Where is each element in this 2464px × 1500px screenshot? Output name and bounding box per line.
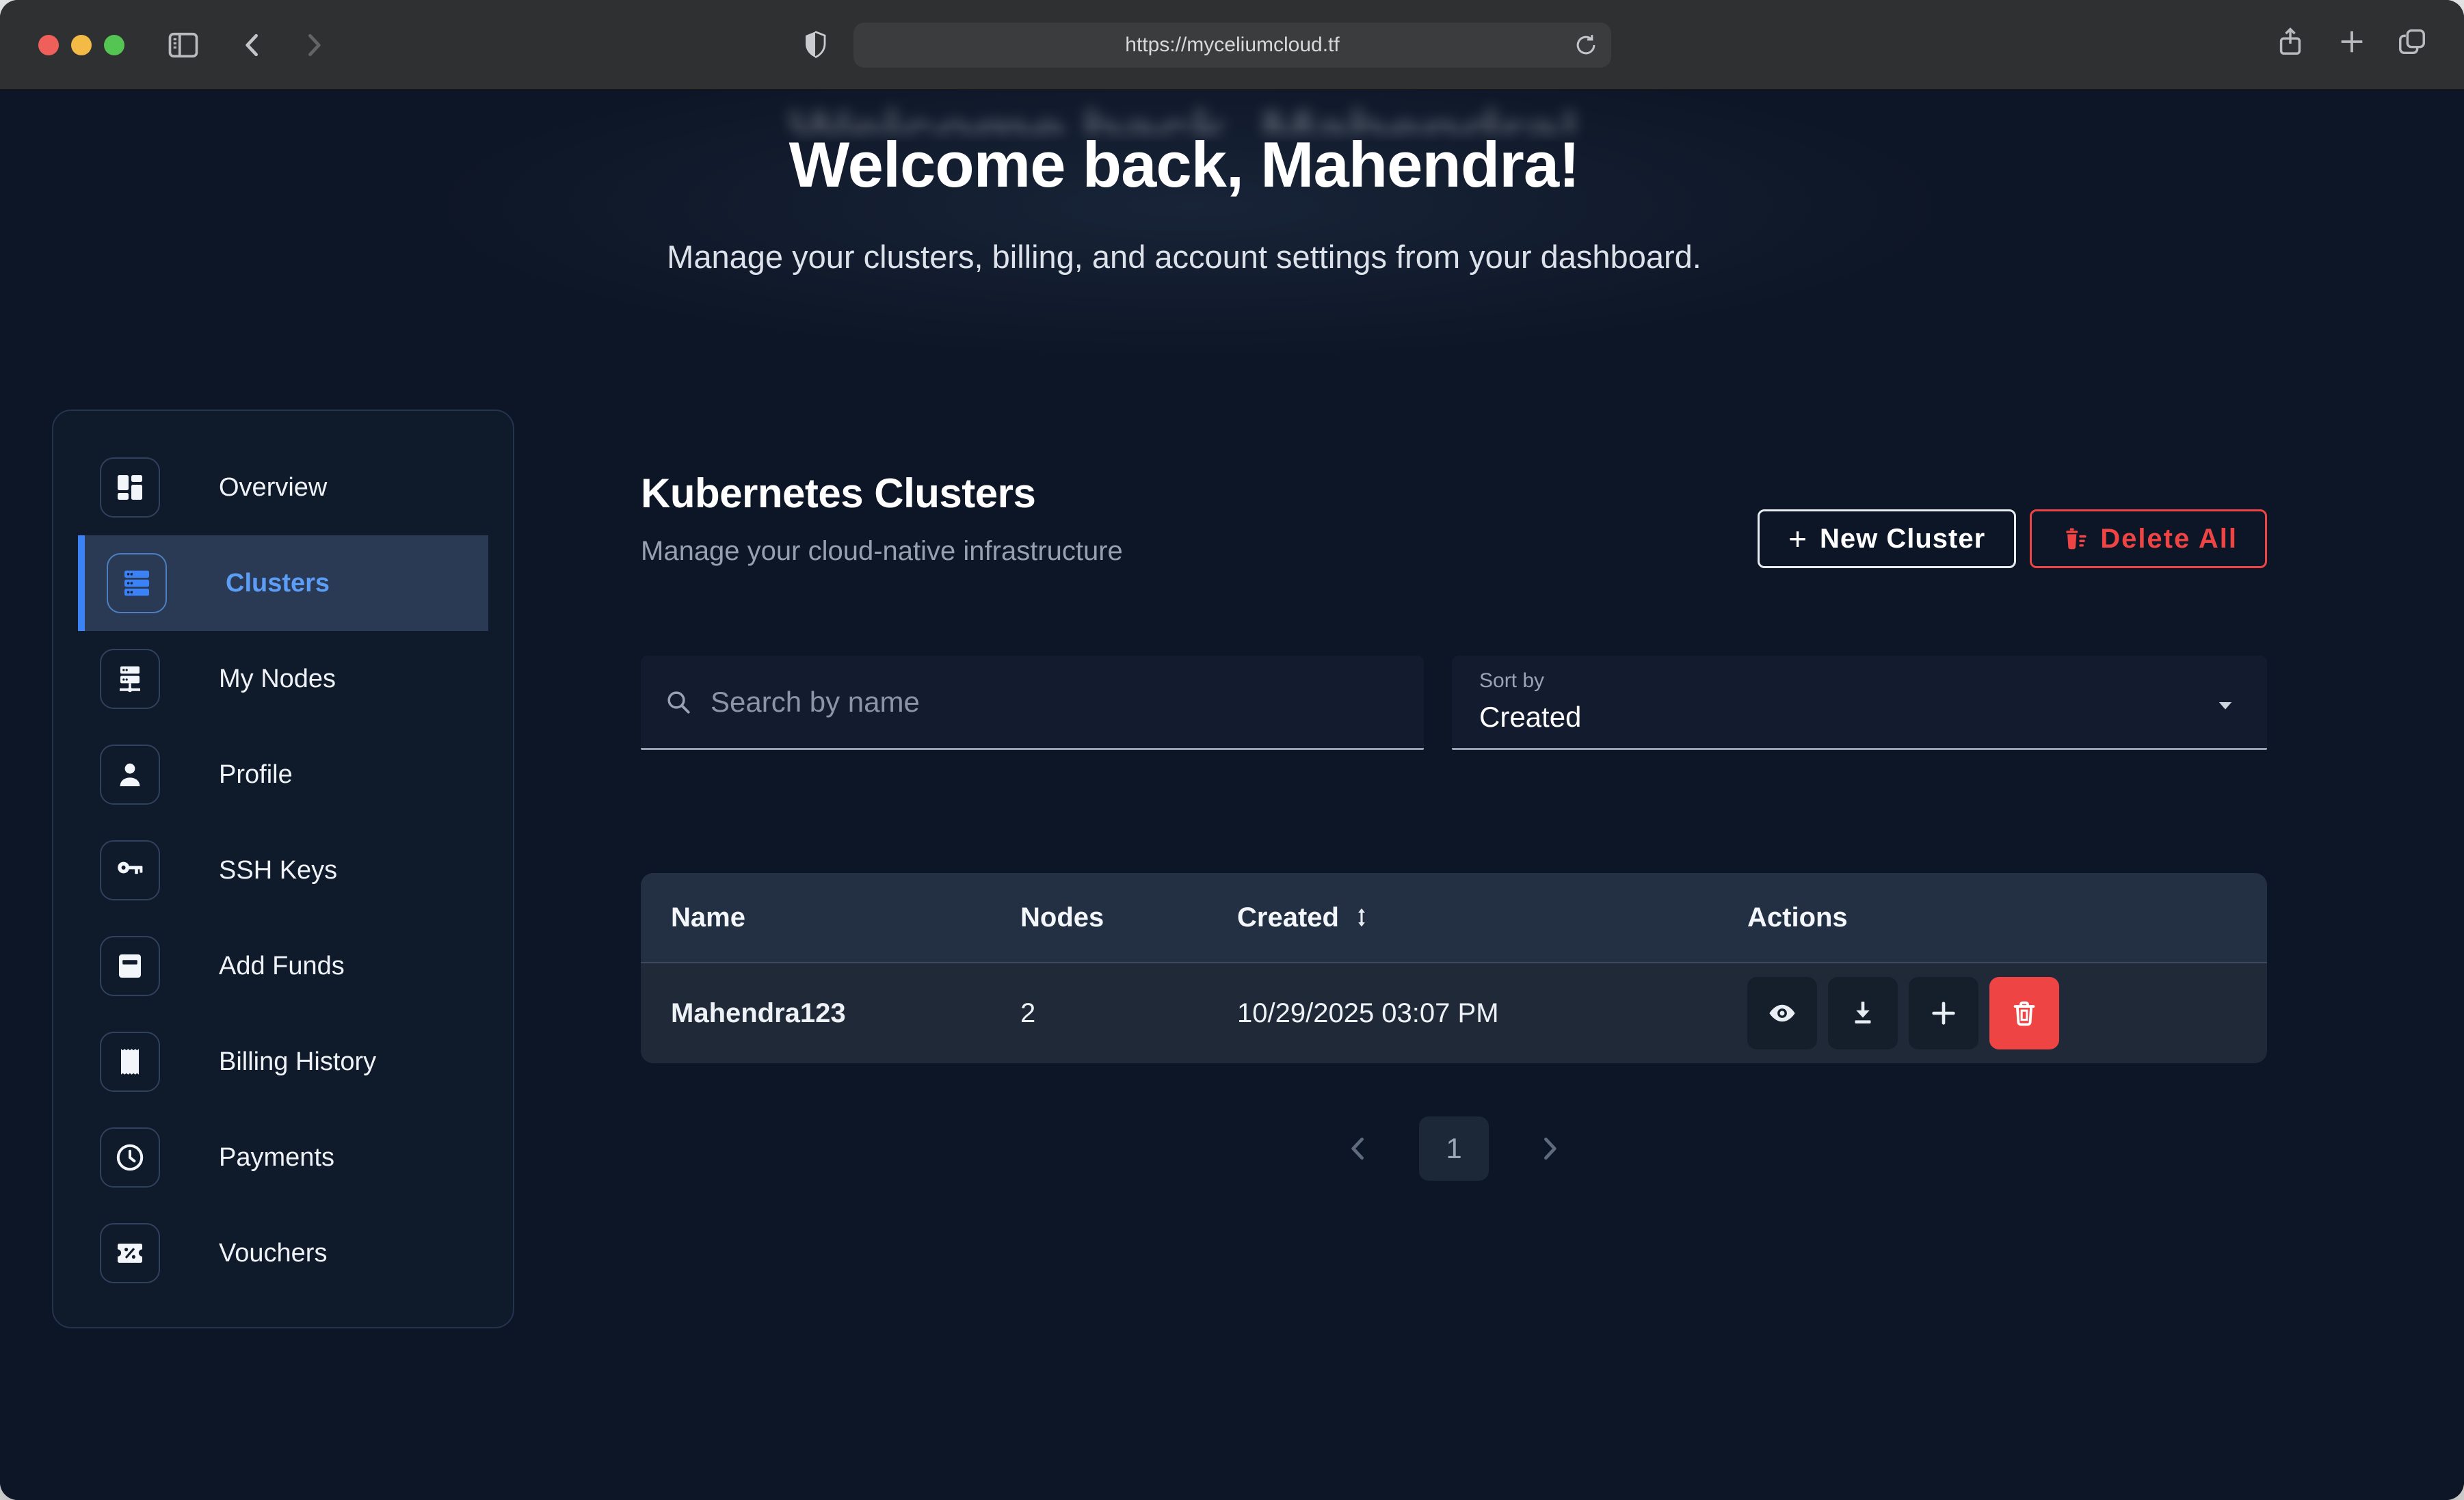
cell-cluster-name: Mahendra123 <box>671 998 1020 1029</box>
key-icon <box>100 840 160 900</box>
sidebar-item-label: Payments <box>219 1143 334 1173</box>
delete-all-button[interactable]: Delete All <box>2030 509 2267 568</box>
sidebar-item-billing-history[interactable]: Billing History <box>78 1014 488 1110</box>
column-label: Created <box>1237 902 1339 933</box>
cell-node-count: 2 <box>1020 998 1237 1029</box>
traffic-light-zoom[interactable] <box>104 35 124 55</box>
column-header-name: Name <box>671 902 1020 933</box>
page-title: Welcome back, Mahendra! <box>0 124 2368 205</box>
browser-window: https://myceliumcloud.tf Welcome back, M… <box>0 0 2464 1500</box>
search-input[interactable] <box>711 686 1401 719</box>
next-page-icon[interactable] <box>1534 1134 1564 1164</box>
page-subtitle: Manage your clusters, billing, and accou… <box>0 238 2368 276</box>
hero-section: Welcome back, Mahendra! Welcome back, Ma… <box>0 124 2464 276</box>
column-label: Nodes <box>1020 902 1104 933</box>
delete-all-label: Delete All <box>2100 524 2238 554</box>
column-header-actions: Actions <box>1747 902 2237 933</box>
ticket-percent-icon <box>100 1223 160 1283</box>
sidebar-item-vouchers[interactable]: Vouchers <box>78 1205 488 1301</box>
sort-dropdown[interactable]: Sort by Created <box>1452 656 2267 750</box>
wallet-card-icon <box>100 936 160 996</box>
pagination: 1 <box>641 1116 2267 1181</box>
sidebar-item-label: Clusters <box>226 569 330 598</box>
clusters-heading-block: Kubernetes Clusters Manage your cloud-na… <box>641 470 1123 567</box>
sidebar-item-label: SSH Keys <box>219 856 337 885</box>
node-rack-icon <box>100 649 160 709</box>
column-header-nodes: Nodes <box>1020 902 1237 933</box>
section-subtitle: Manage your cloud-native infrastructure <box>641 536 1123 567</box>
sidebar-item-add-funds[interactable]: Add Funds <box>78 918 488 1014</box>
address-bar[interactable]: https://myceliumcloud.tf <box>853 23 1611 68</box>
forward-icon <box>298 30 328 60</box>
new-cluster-label: New Cluster <box>1820 524 1985 554</box>
sidebar-toggle-icon[interactable] <box>165 27 201 63</box>
sidebar-item-label: Add Funds <box>219 952 345 981</box>
eye-icon <box>1766 997 1798 1029</box>
page-number-button[interactable]: 1 <box>1419 1116 1489 1181</box>
reload-icon[interactable] <box>1573 32 1599 58</box>
new-tab-icon[interactable] <box>2336 26 2368 57</box>
trash-action-button[interactable] <box>1989 977 2059 1049</box>
column-header-created[interactable]: Created <box>1237 902 1747 933</box>
download-action-button[interactable] <box>1828 977 1898 1049</box>
row-actions <box>1747 977 2237 1049</box>
search-box <box>641 656 1424 750</box>
sort-label: Sort by <box>1479 669 2240 693</box>
sidebar-item-profile[interactable]: Profile <box>78 727 488 822</box>
sidebar-item-label: My Nodes <box>219 665 336 694</box>
table-body: Mahendra123210/29/2025 03:07 PM <box>641 962 2267 1063</box>
trash-sweep-icon <box>2059 524 2089 554</box>
new-cluster-button[interactable]: + New Cluster <box>1758 509 2016 568</box>
table-header-row: Name Nodes Created Actions <box>641 873 2267 962</box>
server-stack-icon <box>107 553 167 613</box>
traffic-lights <box>38 35 124 55</box>
clusters-table: Name Nodes Created Actions Mahendra123210/2… <box>641 873 2267 1063</box>
column-label: Name <box>671 902 745 933</box>
back-icon[interactable] <box>238 30 268 60</box>
sidebar-item-label: Billing History <box>219 1047 376 1077</box>
table-row: Mahendra123210/29/2025 03:07 PM <box>641 962 2267 1063</box>
sort-selected-value: Created <box>1479 701 2240 734</box>
sort-updown-icon <box>1350 906 1373 929</box>
cell-created-date: 10/29/2025 03:07 PM <box>1237 998 1747 1029</box>
chevron-down-icon <box>2214 694 2237 717</box>
sidebar-item-overview[interactable]: Overview <box>78 440 488 535</box>
tab-overview-icon[interactable] <box>2396 26 2428 57</box>
previous-page-icon[interactable] <box>1344 1134 1374 1164</box>
sidebar-item-label: Profile <box>219 760 293 790</box>
shield-icon[interactable] <box>799 29 832 62</box>
sidebar-nav: Overview Clusters My Nodes Profile SSH Keys A… <box>52 410 514 1328</box>
address-bar-url: https://myceliumcloud.tf <box>1125 34 1339 57</box>
sidebar-item-my-nodes[interactable]: My Nodes <box>78 631 488 727</box>
sidebar-item-ssh-keys[interactable]: SSH Keys <box>78 822 488 918</box>
traffic-light-minimize[interactable] <box>71 35 92 55</box>
eye-action-button[interactable] <box>1747 977 1817 1049</box>
sidebar-item-payments[interactable]: Payments <box>78 1110 488 1205</box>
column-label: Actions <box>1747 902 1848 933</box>
section-title: Kubernetes Clusters <box>641 470 1123 517</box>
sidebar-item-label: Vouchers <box>219 1239 327 1268</box>
sidebar-item-clusters[interactable]: Clusters <box>78 535 488 631</box>
trash-icon <box>2009 997 2040 1029</box>
plus-icon <box>1928 997 1959 1029</box>
overview-grid-icon <box>100 457 160 518</box>
receipt-icon <box>100 1032 160 1092</box>
page-content: Welcome back, Mahendra! Welcome back, Ma… <box>0 90 2464 1500</box>
search-icon <box>664 688 693 716</box>
share-icon[interactable] <box>2275 26 2306 57</box>
traffic-light-close[interactable] <box>38 35 59 55</box>
sidebar-item-label: Overview <box>219 473 327 503</box>
plus-action-button[interactable] <box>1909 977 1978 1049</box>
clock-icon <box>100 1127 160 1188</box>
user-icon <box>100 745 160 805</box>
browser-toolbar: https://myceliumcloud.tf <box>0 0 2464 90</box>
clusters-panel: Kubernetes Clusters Manage your cloud-na… <box>641 410 2267 1328</box>
download-icon <box>1847 997 1879 1029</box>
plus-icon: + <box>1788 523 1807 554</box>
